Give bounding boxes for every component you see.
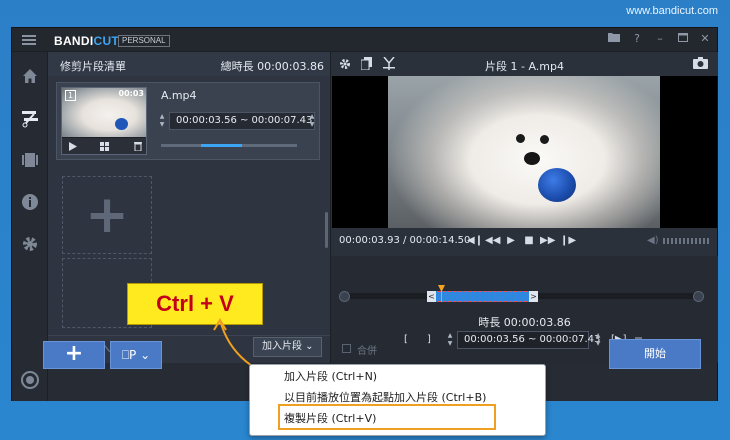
thumbnail-ball <box>115 118 128 130</box>
thumbnail-controls <box>62 138 146 154</box>
rewind-icon[interactable]: ◀◀ <box>485 235 500 247</box>
clip-filename: A.mp4 <box>161 89 197 102</box>
next-frame-icon[interactable]: ❙▶ <box>560 235 576 247</box>
playhead-line <box>441 291 442 302</box>
title-bar: BANDICUT PERSONAL ? – ✕ <box>12 28 717 52</box>
preview-panel: 片段 1 - A.mp4 00:00:03.93 / 00:00:14.50 ◀… <box>330 52 718 363</box>
hamburger-menu-icon[interactable] <box>22 35 36 45</box>
home-icon[interactable] <box>20 66 40 86</box>
timeline-start-knob[interactable] <box>339 291 350 302</box>
merge-label: 合併 <box>357 346 377 357</box>
video-preview[interactable] <box>332 76 717 228</box>
range-text: 00:00:03.56 ~ 00:00:07.43 <box>464 334 601 345</box>
range-start-spinner[interactable]: ▲ ▼ <box>157 113 167 129</box>
clip-index-badge: 1 <box>65 90 77 101</box>
info-icon[interactable] <box>20 192 40 212</box>
selection-end-handle[interactable]: > <box>529 291 538 302</box>
selection-start-handle[interactable]: < <box>427 291 436 302</box>
split-icon[interactable] <box>383 57 395 70</box>
empty-clip-slot[interactable]: + <box>62 176 152 254</box>
brand-accent: CUT <box>93 34 120 48</box>
preview-header: 片段 1 - A.mp4 <box>331 52 718 76</box>
maximize-icon[interactable] <box>676 32 690 46</box>
clip-thumb-time: 00:03 <box>118 89 144 98</box>
app-logo: BANDICUT <box>54 34 119 48</box>
menu-item-highlight <box>278 404 496 430</box>
settings-gear-icon[interactable] <box>20 234 40 254</box>
play-icon[interactable] <box>69 142 77 151</box>
selection-duration: 時長 00:00:03.86 <box>478 316 571 329</box>
view-mode-button[interactable]: ⎕P ⌄ <box>110 341 162 369</box>
playback-time: 00:00:03.93 / 00:00:14.50 <box>339 235 471 246</box>
set-end-button[interactable]: ] <box>427 334 431 345</box>
dog-eye <box>540 135 549 144</box>
watermark: www.bandicut.com <box>626 5 718 17</box>
clip-list-title: 修剪片段清單 <box>60 60 126 73</box>
clip-progress-fill <box>201 144 242 147</box>
help-icon[interactable]: ? <box>630 32 644 46</box>
brand-main: BANDI <box>54 34 94 48</box>
range-field[interactable]: 00:00:03.56 ~ 00:00:07.43 <box>457 331 600 349</box>
settings-gear-icon[interactable] <box>339 58 351 70</box>
total-duration: 總時長 00:00:03.86 <box>220 60 324 73</box>
menu-item-add-clip[interactable]: 加入片段 (Ctrl+N) <box>250 367 547 387</box>
clip-item[interactable]: 1 00:03 A.mp4 ▲ ▼ 00:00:03.56 ~ 00:00:07.… <box>56 82 320 160</box>
merge-checkbox[interactable] <box>342 344 351 353</box>
edition-badge: PERSONAL <box>118 35 170 47</box>
set-start-button[interactable]: [ <box>404 334 408 345</box>
range-start-spinner[interactable]: ▲ ▼ <box>445 332 455 348</box>
minimize-icon[interactable]: – <box>653 32 667 46</box>
range-end-spinner[interactable]: ▲ ▼ <box>593 332 603 348</box>
close-icon[interactable]: ✕ <box>698 32 712 46</box>
timeline-selection[interactable] <box>433 291 532 302</box>
clip-thumbnail[interactable]: 1 00:03 <box>61 87 147 155</box>
stop-icon[interactable]: ■ <box>522 235 536 247</box>
forward-icon[interactable]: ▶▶ <box>540 235 555 247</box>
clip-range-field[interactable]: 00:00:03.56 ~ 00:00:07.43 <box>169 112 315 130</box>
video-frame <box>388 76 660 228</box>
clip-range-text: 00:00:03.56 ~ 00:00:07.43 <box>176 115 313 126</box>
play-icon[interactable]: ▶ <box>504 235 518 247</box>
copy-icon[interactable] <box>361 57 373 70</box>
grid-icon[interactable] <box>100 142 109 151</box>
folder-icon[interactable] <box>607 32 621 46</box>
dog-eye <box>516 134 525 143</box>
range-end-spinner[interactable]: ▲ ▼ <box>307 113 317 129</box>
cut-tool-icon[interactable] <box>20 108 40 128</box>
trash-icon[interactable] <box>134 141 142 151</box>
dog-nose <box>524 152 540 165</box>
start-button[interactable]: 開始 <box>609 339 701 369</box>
blue-ball <box>538 168 576 202</box>
clip-progress-bar <box>161 144 297 147</box>
volume-icon[interactable]: ◀) <box>647 235 659 246</box>
prev-frame-icon[interactable]: ◀❙ <box>467 235 483 247</box>
volume-slider[interactable] <box>663 238 709 244</box>
encoding-icon[interactable] <box>20 150 40 170</box>
add-slot-plus-icon: + <box>85 185 129 245</box>
record-icon[interactable] <box>20 370 40 390</box>
timeline-end-knob[interactable] <box>693 291 704 302</box>
camera-snapshot-icon[interactable] <box>693 57 708 69</box>
panel-splitter-handle[interactable] <box>325 212 328 248</box>
add-file-button[interactable]: + <box>43 341 105 369</box>
clip-list-header: 修剪片段清單 總時長 00:00:03.86 <box>48 52 330 76</box>
